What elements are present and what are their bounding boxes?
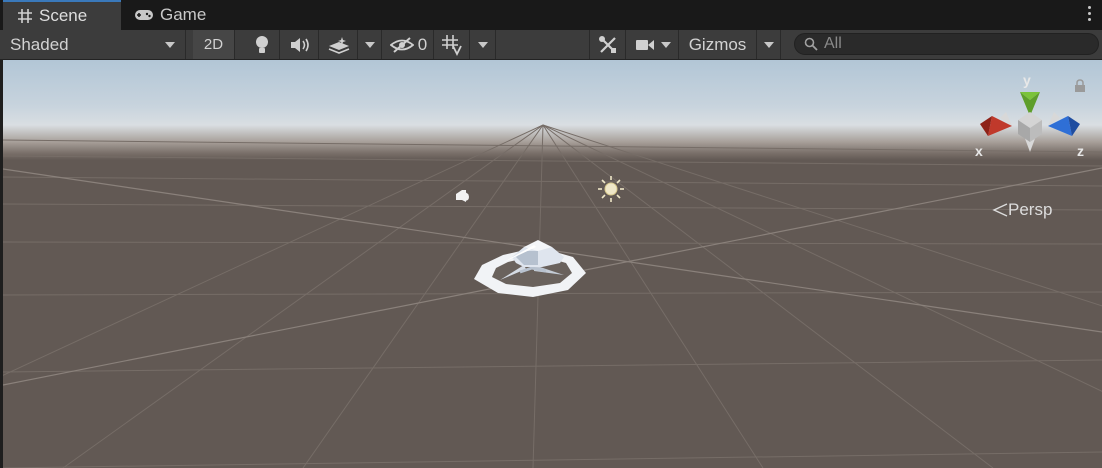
lightbulb-icon [255, 35, 268, 53]
chevron-down-icon [660, 41, 671, 48]
toolbar-spacer [496, 30, 590, 59]
axis-y-label: y [1023, 72, 1031, 88]
2d-toggle-button[interactable]: 2D [193, 30, 235, 59]
lighting-toggle-button[interactable] [244, 30, 280, 59]
tools-icon [598, 35, 616, 53]
shading-mode-dropdown[interactable]: Shaded [0, 30, 186, 59]
grid-snap-icon [441, 34, 462, 56]
grid-dropdown[interactable] [470, 30, 496, 59]
spaceship-model [474, 240, 586, 297]
camera-icon [635, 39, 654, 50]
layers-effects-icon [328, 36, 349, 54]
2d-label: 2D [203, 36, 224, 53]
scene-visibility-toggle[interactable]: 0 [384, 30, 434, 59]
chevron-down-icon [763, 41, 774, 48]
perspective-chevron-icon [992, 203, 1008, 217]
camera-settings-dropdown[interactable] [627, 30, 679, 59]
audio-source-gizmo-icon [456, 190, 469, 202]
gizmos-button[interactable]: Gizmos [679, 30, 757, 59]
axis-z-label: z [1077, 143, 1084, 159]
scene-viewport[interactable]: y x z Persp [3, 60, 1102, 468]
effects-dropdown[interactable] [358, 30, 382, 59]
tab-scene-label: Scene [39, 6, 88, 25]
hidden-objects-count: 0 [417, 34, 428, 54]
directional-light-gizmo-icon [598, 176, 624, 202]
audio-toggle-button[interactable] [281, 30, 319, 59]
hierarchy-search[interactable] [794, 33, 1099, 55]
gamepad-icon [135, 10, 153, 20]
orientation-gizmo[interactable]: y x z [970, 68, 1090, 178]
gizmos-label: Gizmos [688, 34, 747, 54]
more-options-icon[interactable] [1088, 6, 1092, 24]
tab-game-label: Game [160, 5, 207, 24]
projection-toggle[interactable]: Persp [992, 200, 1052, 220]
window-tab-bar: Scene Game [0, 0, 1102, 30]
eye-hidden-icon [389, 36, 414, 53]
tab-game[interactable]: Game [134, 0, 234, 30]
search-input[interactable] [824, 35, 1084, 53]
tab-scene[interactable]: Scene [3, 0, 121, 30]
axis-x-label: x [975, 143, 983, 159]
chevron-down-icon [165, 41, 175, 48]
tools-button[interactable] [590, 30, 626, 59]
grid-hash-icon [18, 9, 32, 23]
shading-mode-label: Shaded [10, 34, 69, 54]
effects-toggle-button[interactable] [320, 30, 358, 59]
chevron-down-icon [477, 41, 488, 48]
chevron-down-icon [364, 41, 375, 48]
projection-label: Persp [1008, 200, 1053, 219]
gizmos-dropdown[interactable] [757, 30, 781, 59]
speaker-icon [290, 37, 309, 52]
lock-icon[interactable] [1074, 79, 1086, 93]
grid-toggle-button[interactable] [434, 30, 470, 59]
search-icon [804, 37, 818, 51]
